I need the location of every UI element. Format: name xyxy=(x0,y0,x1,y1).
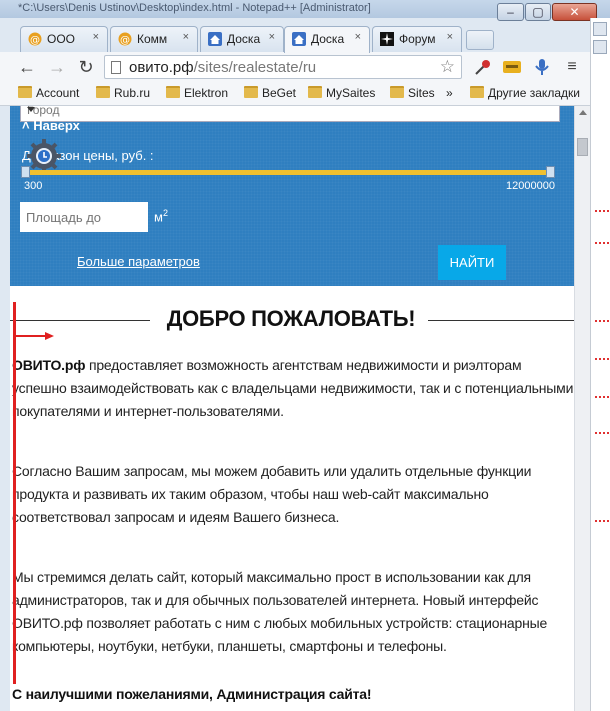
tab-1[interactable]: @ ООО × xyxy=(20,26,108,52)
annotation-arrow-icon xyxy=(14,332,54,340)
microphone-icon[interactable] xyxy=(532,58,552,76)
forward-arrow-icon[interactable]: → xyxy=(46,57,68,77)
page-viewport: Город ˄ Наверх Диапазон цены, руб. : 300… xyxy=(10,106,574,711)
heading-rule-left xyxy=(10,320,150,321)
url-text: овито.рф/sites/realestate/ru xyxy=(129,59,317,76)
at-sign-icon: @ xyxy=(28,32,42,46)
heading-rule-right xyxy=(428,320,574,321)
spellcheck-underline xyxy=(595,394,609,398)
back-to-top-link[interactable]: ˄ Наверх xyxy=(22,118,80,133)
bookmark-account[interactable]: Account xyxy=(18,86,79,100)
tab-2[interactable]: @ Комм × xyxy=(110,26,198,52)
bookmark-beget[interactable]: BeGet xyxy=(244,86,296,100)
editor-button[interactable] xyxy=(593,22,607,36)
paragraph-features: Согласно Вашим запросам, мы можем добави… xyxy=(12,463,532,525)
tab-close-icon[interactable]: × xyxy=(355,31,361,43)
bookmark-other[interactable]: Другие закладки xyxy=(470,86,580,100)
folder-icon xyxy=(18,86,32,98)
eyedropper-extension-icon[interactable] xyxy=(472,58,492,76)
bookmark-rubru[interactable]: Rub.ru xyxy=(96,86,150,100)
page-scrollbar[interactable] xyxy=(574,106,591,711)
tab-title: Доска xyxy=(227,32,261,46)
bookmark-sites[interactable]: Sites xyxy=(390,86,435,100)
tab-4-active[interactable]: Доска × xyxy=(284,26,370,53)
tab-close-icon[interactable]: × xyxy=(269,31,275,43)
star-icon xyxy=(380,32,394,46)
folder-icon xyxy=(96,86,110,98)
tab-title: Доска xyxy=(311,32,345,46)
tab-5[interactable]: Форум × xyxy=(372,26,462,52)
new-tab-button[interactable] xyxy=(466,30,494,50)
tab-close-icon[interactable]: × xyxy=(183,31,189,43)
folder-icon xyxy=(166,86,180,98)
browser-toolbar: ← → ↻ овито.рф/sites/realestate/ru ☆ ≡ xyxy=(0,52,610,83)
gear-icon[interactable] xyxy=(26,138,62,174)
svg-text:@: @ xyxy=(30,35,40,46)
search-panel: Город ˄ Наверх Диапазон цены, руб. : 300… xyxy=(10,106,574,286)
editor-button[interactable] xyxy=(593,40,607,54)
tab-title: Форум xyxy=(399,32,435,46)
house-icon xyxy=(292,32,306,46)
tab-title: Комм xyxy=(137,32,168,46)
paragraph-mission: Мы стремимся делать сайт, который максим… xyxy=(12,569,548,654)
folder-icon xyxy=(390,86,404,98)
minimize-button[interactable]: – xyxy=(497,3,524,21)
page-icon xyxy=(111,61,121,74)
svg-text:@: @ xyxy=(120,35,130,46)
yellow-extension-icon[interactable] xyxy=(502,58,522,76)
city-select[interactable]: Город xyxy=(20,106,560,122)
bookmark-mysaites[interactable]: MySaites xyxy=(308,86,375,100)
page-title: ДОБРО ПОЖАЛОВАТЬ! xyxy=(166,306,416,331)
price-range-track[interactable] xyxy=(25,170,551,175)
price-max-value: 12000000 xyxy=(506,180,555,192)
spellcheck-underline xyxy=(595,240,609,244)
house-icon xyxy=(208,32,222,46)
price-min-handle[interactable] xyxy=(21,166,30,178)
spellcheck-underline xyxy=(595,318,609,322)
more-params-link[interactable]: Больше параметров xyxy=(77,254,200,269)
tab-title: ООО xyxy=(47,32,76,46)
find-button[interactable]: НАЙТИ xyxy=(438,245,506,280)
background-editor-window xyxy=(590,18,610,711)
tab-3[interactable]: Доска × xyxy=(200,26,284,52)
tab-close-icon[interactable]: × xyxy=(447,31,453,43)
area-unit: м2 xyxy=(154,208,168,225)
price-min-value: 300 xyxy=(24,180,43,192)
folder-icon xyxy=(244,86,258,98)
price-max-handle[interactable] xyxy=(546,166,555,178)
address-bar[interactable]: овито.рф/sites/realestate/ru ☆ xyxy=(104,55,462,79)
folder-icon xyxy=(470,86,484,98)
maximize-button[interactable]: ▢ xyxy=(525,3,551,21)
reload-icon[interactable]: ↻ xyxy=(75,57,97,77)
area-max-input[interactable] xyxy=(20,202,148,232)
tab-close-icon[interactable]: × xyxy=(93,31,99,43)
bookmarks-overflow[interactable]: » xyxy=(446,86,453,100)
scroll-up-icon[interactable] xyxy=(579,110,587,115)
signature: С наилучшими пожеланиями, Администрация … xyxy=(12,686,372,702)
spellcheck-underline xyxy=(595,430,609,434)
scroll-thumb[interactable] xyxy=(577,138,588,156)
window-title: *C:\Users\Denis Ustinov\Desktop\index.ht… xyxy=(18,2,371,14)
spellcheck-underline xyxy=(595,356,609,360)
bookmarks-bar: Account Rub.ru Elektron BeGet MySaites S… xyxy=(0,82,610,106)
spellcheck-underline xyxy=(595,208,609,212)
menu-icon[interactable]: ≡ xyxy=(562,58,582,76)
brand-name: ОВИТО.рф xyxy=(12,357,86,373)
chevron-down-icon xyxy=(27,107,35,112)
annotation-red-line xyxy=(13,302,16,684)
back-arrow-icon[interactable]: ← xyxy=(16,57,38,77)
at-sign-icon: @ xyxy=(118,32,132,46)
bookmark-star-icon[interactable]: ☆ xyxy=(440,57,455,77)
paragraph-intro: ОВИТО.рф предоставляет возможность агент… xyxy=(12,357,574,419)
folder-icon xyxy=(308,86,322,98)
bookmark-elektron[interactable]: Elektron xyxy=(166,86,228,100)
spellcheck-underline xyxy=(595,518,609,522)
